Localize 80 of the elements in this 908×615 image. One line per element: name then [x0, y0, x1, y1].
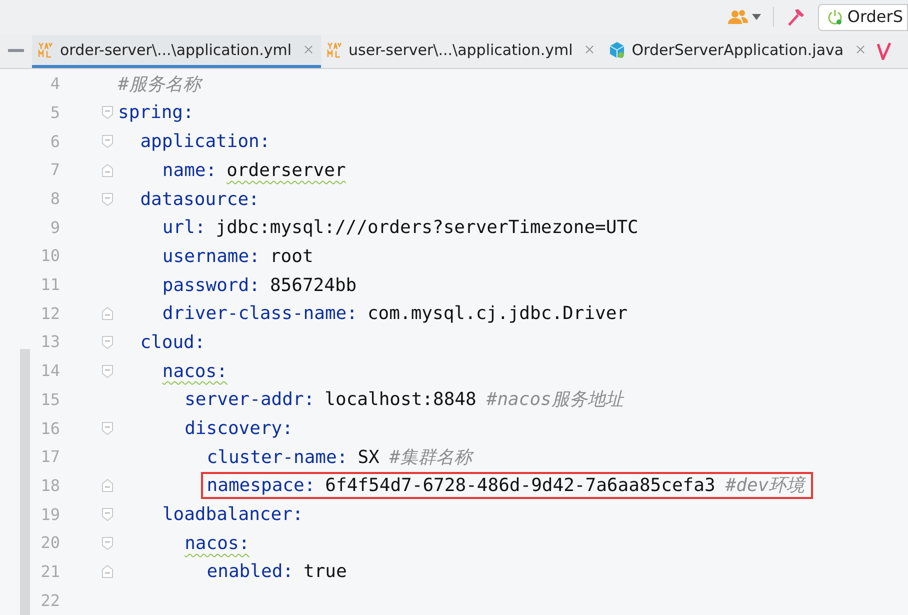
fold-icon[interactable] [102, 364, 113, 378]
yaml-key: nacos: [184, 530, 250, 557]
line-number: 19 [40, 504, 60, 526]
fold-icon[interactable] [102, 536, 113, 550]
line-number: 7 [49, 159, 60, 182]
yaml-key: nacos: [162, 358, 228, 385]
line-number: 9 [49, 216, 60, 239]
editor-tab[interactable]: order-server\...\application.yml [32, 34, 321, 68]
yaml-value: localhost:8848 [324, 388, 476, 412]
fold-icon[interactable] [102, 422, 113, 436]
yaml-value: SX [358, 446, 380, 470]
code-comment: #nacos服务地址 [486, 388, 624, 412]
yaml-key: password: [162, 272, 260, 299]
line-number: 12 [40, 302, 60, 325]
power-icon [827, 9, 844, 26]
line-number: 5 [49, 102, 60, 124]
yaml-key: application: [140, 128, 270, 156]
line-number: 4 [49, 73, 60, 96]
yaml-value: orderserver [226, 158, 346, 183]
fold-icon[interactable] [102, 565, 113, 578]
close-icon[interactable] [302, 43, 315, 56]
yaml-file-icon [38, 42, 54, 58]
yaml-key: enabled: [206, 558, 294, 586]
line-number: 21 [40, 560, 60, 583]
yaml-key: cluster-name: [206, 444, 348, 471]
fold-icon[interactable] [102, 307, 113, 320]
code-comment: #集群名称 [389, 446, 472, 470]
check-mark-icon[interactable] [876, 42, 891, 60]
yaml-value: 6f4f54d7-6728-486d-9d42-7a6aa85cefa3 [325, 474, 716, 498]
line-number: 14 [40, 360, 60, 382]
yaml-value: true [304, 560, 347, 584]
line-number: 17 [40, 446, 60, 468]
caret-icon[interactable] [752, 14, 762, 20]
yaml-key: loadbalancer: [162, 501, 304, 528]
yaml-value: root [270, 244, 314, 269]
tab-label: OrderServerApplication.java [632, 40, 844, 61]
hammer-icon[interactable] [786, 7, 806, 28]
yaml-key: driver-class-name: [162, 300, 358, 328]
yaml-key: name: [162, 156, 217, 184]
run-configuration-button[interactable]: OrderS [818, 4, 908, 31]
editor-tab[interactable]: OrderServerApplication.java [602, 34, 873, 68]
fold-icon[interactable] [102, 106, 113, 120]
yaml-key: discovery: [184, 415, 293, 442]
yaml-value: com.mysql.cj.jdbc.Driver [367, 302, 628, 326]
fold-icon[interactable] [102, 164, 113, 177]
fold-icon[interactable] [102, 192, 113, 206]
close-icon[interactable] [582, 43, 596, 56]
line-number: 13 [40, 331, 60, 354]
yaml-value: 856724bb [270, 274, 357, 298]
yaml-key: namespace: [206, 472, 316, 500]
yaml-file-icon [326, 42, 343, 58]
yaml-value: jdbc:mysql:///orders?serverTimezone=UTC [216, 216, 638, 240]
tab-label: user-server\...\application.yml [348, 40, 573, 61]
fold-icon[interactable] [102, 508, 113, 522]
line-number: 20 [40, 532, 60, 554]
line-number: 18 [40, 474, 60, 497]
code-comment: #dev环境 [725, 474, 805, 498]
yaml-key: spring: [118, 99, 194, 126]
line-number: 10 [40, 245, 60, 268]
line-number: 6 [49, 130, 60, 153]
yaml-key: cloud: [140, 328, 206, 356]
line-number: 11 [40, 274, 60, 296]
fold-icon[interactable] [102, 135, 113, 148]
yaml-key: url: [162, 214, 206, 242]
tab-label: order-server\...\application.yml [60, 40, 292, 61]
scrollbar[interactable] [20, 348, 30, 615]
minimize-icon[interactable] [8, 49, 24, 54]
line-number: 8 [49, 188, 60, 210]
yaml-key: username: [162, 242, 260, 270]
code-comment: #服务名称 [118, 72, 201, 97]
line-number: 22 [40, 590, 60, 612]
yaml-key: server-addr: [184, 386, 315, 414]
cube-file-icon [608, 40, 626, 59]
yaml-key: datasource: [140, 186, 260, 213]
line-number: 15 [40, 388, 60, 411]
close-icon[interactable] [854, 43, 867, 56]
fold-icon[interactable] [102, 479, 113, 492]
editor-tab[interactable]: user-server\...\application.yml [320, 34, 602, 68]
fold-icon[interactable] [102, 336, 113, 349]
line-number: 16 [40, 418, 60, 440]
